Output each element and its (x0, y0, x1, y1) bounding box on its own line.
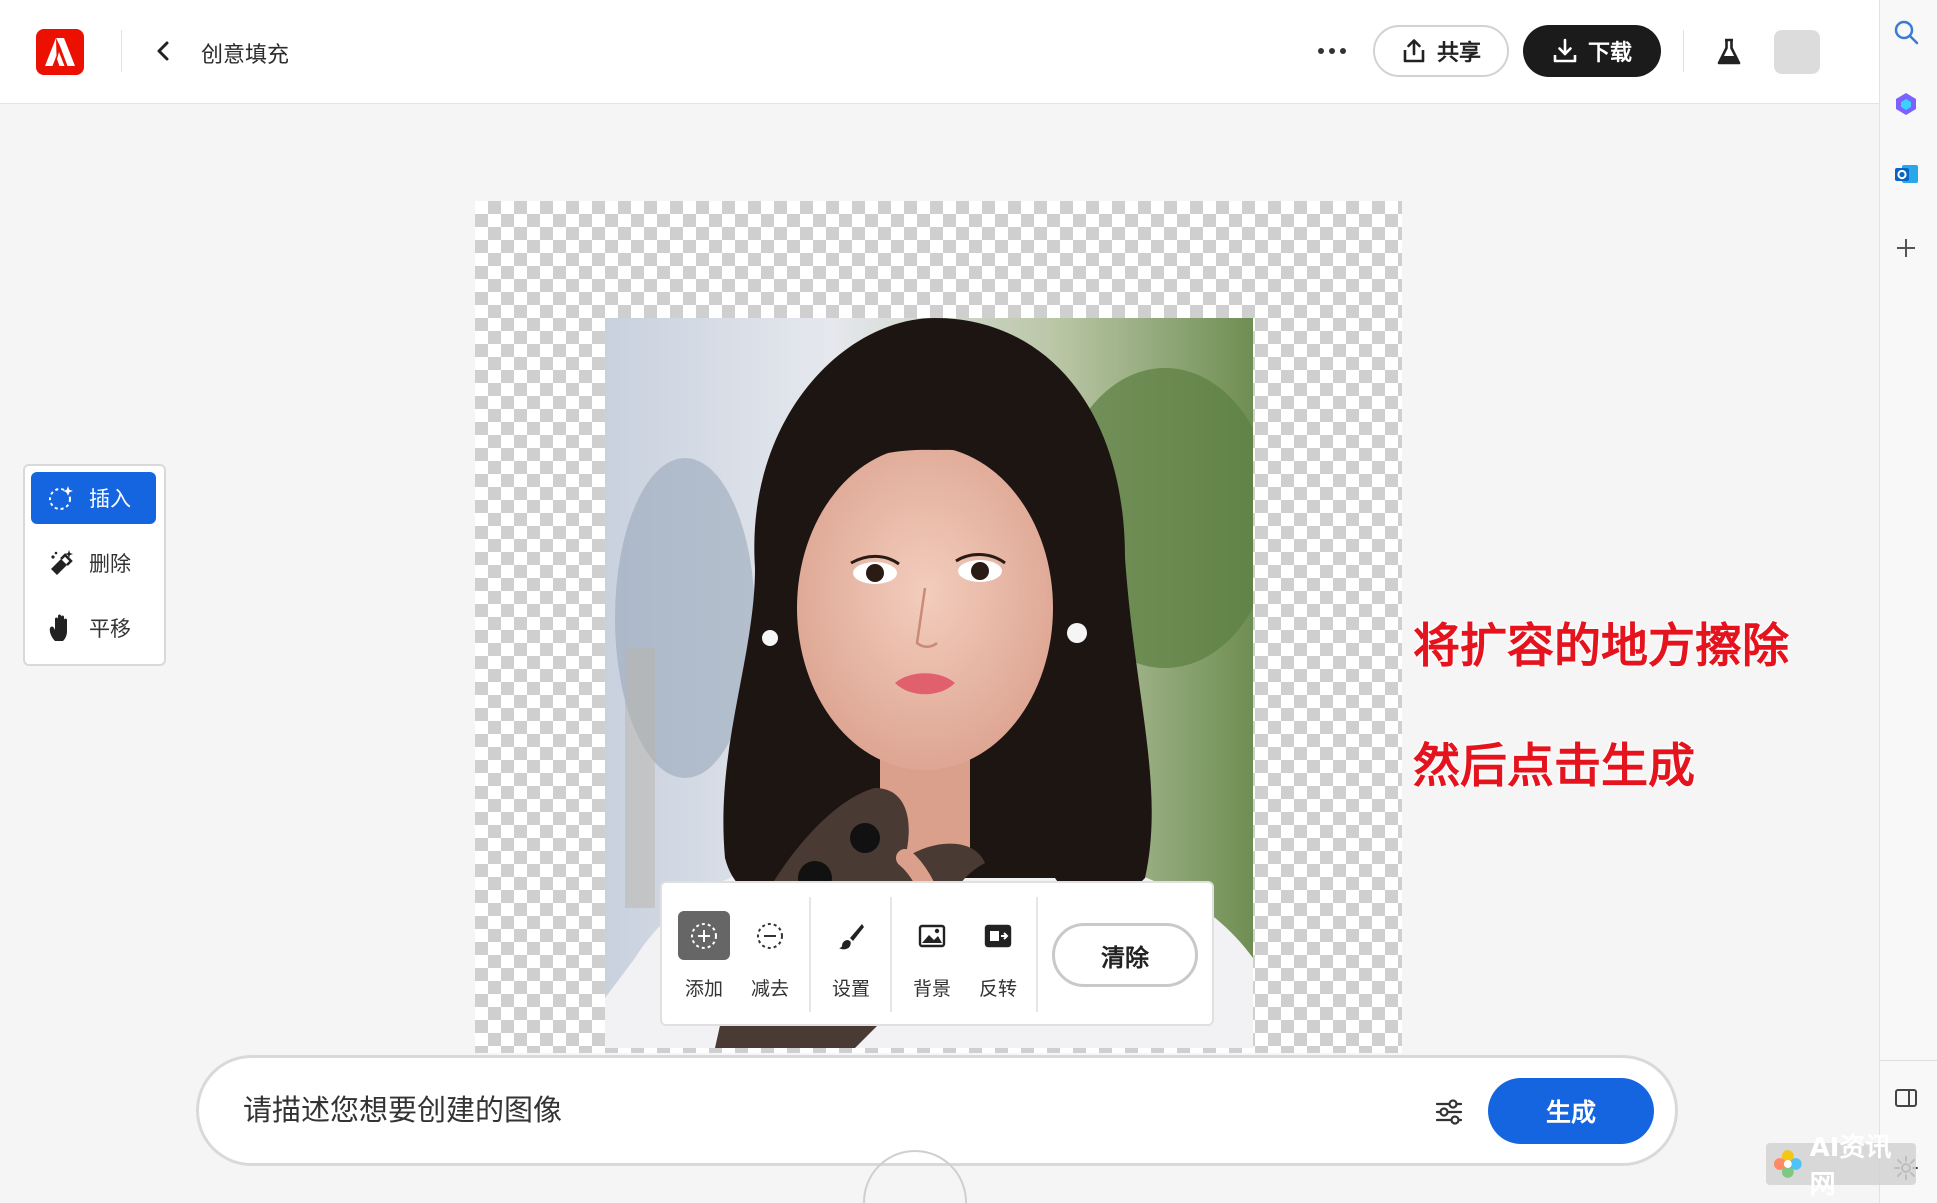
subtract-selection-icon (757, 922, 783, 949)
separator (1036, 897, 1038, 1012)
add-selection-icon (691, 922, 717, 949)
brush-icon-wrap (825, 911, 877, 960)
add-icon[interactable] (1888, 230, 1924, 266)
page-title: 创意填充 (201, 43, 290, 68)
background-label: 背景 (912, 978, 951, 1000)
tool-label: 删除 (89, 552, 131, 576)
background-icon-wrap (906, 911, 958, 960)
annotation-generate: 然后点击生成 (1413, 739, 1695, 794)
more-options-button[interactable] (1312, 34, 1352, 68)
dot (1340, 48, 1346, 54)
avatar[interactable] (1774, 30, 1820, 74)
download-label: 下载 (1587, 41, 1632, 66)
outlook-icon[interactable] (1888, 156, 1924, 192)
subtract-selection-button[interactable]: 减去 (741, 911, 799, 1001)
sliders-icon (1435, 1099, 1463, 1125)
invert-selection-icon (984, 924, 1012, 947)
dot (1329, 48, 1335, 54)
share-icon (1403, 39, 1425, 63)
invert-label: 反转 (978, 978, 1017, 1000)
invert-icon-wrap (972, 911, 1024, 960)
divider (121, 30, 122, 72)
tool-label: 插入 (89, 487, 131, 511)
divider (1683, 30, 1684, 72)
subtract-label: 减去 (750, 978, 789, 1000)
prompt-settings-button[interactable] (1429, 1092, 1469, 1132)
add-selection-button[interactable]: 添加 (675, 911, 733, 1001)
remove-eraser-icon (51, 550, 73, 575)
annotation-erase: 将扩容的地方擦除 (1413, 619, 1789, 674)
brush-settings-button[interactable]: 设置 (822, 911, 880, 1001)
dot (1318, 48, 1324, 54)
tool-pan[interactable]: 平移 (31, 602, 156, 654)
separator (809, 897, 811, 1012)
divider (1880, 1060, 1937, 1061)
chevron-left-icon (157, 41, 169, 61)
invert-selection-button[interactable]: 反转 (969, 911, 1027, 1001)
tool-panel: 插入 删除 平移 (23, 464, 166, 666)
share-label: 共享 (1436, 41, 1481, 66)
separator (890, 897, 892, 1012)
brush-icon (839, 923, 864, 949)
select-background-button[interactable]: 背景 (903, 911, 961, 1001)
watermark: AI资讯网 (1766, 1133, 1916, 1200)
tool-remove[interactable]: 删除 (31, 537, 156, 589)
prompt-input[interactable] (243, 1088, 1343, 1132)
back-button[interactable] (146, 34, 180, 68)
sidebar-toggle-icon[interactable] (1888, 1080, 1924, 1116)
labs-button[interactable] (1711, 34, 1747, 70)
generate-button[interactable]: 生成 (1488, 1078, 1654, 1144)
share-button[interactable]: 共享 (1373, 25, 1509, 77)
insert-sparkle-icon (49, 486, 73, 510)
flask-icon (1717, 38, 1741, 65)
download-button[interactable]: 下载 (1523, 25, 1661, 77)
adobe-firefly-logo[interactable] (36, 29, 84, 75)
search-icon[interactable] (1888, 14, 1924, 50)
top-bar: 创意填充 共享 下载 (0, 0, 1879, 104)
hand-pan-icon (49, 614, 67, 641)
add-label: 添加 (684, 978, 723, 1000)
watermark-text: AI资讯网 (1809, 1133, 1892, 1200)
tool-insert[interactable]: 插入 (31, 472, 156, 524)
prompt-bar: 生成 (196, 1055, 1678, 1166)
settings-label: 设置 (831, 978, 870, 1000)
copilot-icon[interactable] (1888, 86, 1924, 122)
add-selection-icon-wrap (678, 911, 730, 960)
subtract-selection-icon-wrap (744, 911, 796, 960)
tool-label: 平移 (89, 617, 131, 641)
clear-button[interactable]: 清除 (1052, 923, 1198, 987)
download-icon (1553, 38, 1577, 63)
image-background-icon (918, 924, 946, 947)
adobe-logo-icon (45, 38, 75, 66)
browser-sidebar (1879, 0, 1937, 1203)
selection-toolbar: 添加 减去 设置 背景 反转 清除 (660, 881, 1214, 1026)
flower-logo-icon (1773, 1150, 1802, 1178)
